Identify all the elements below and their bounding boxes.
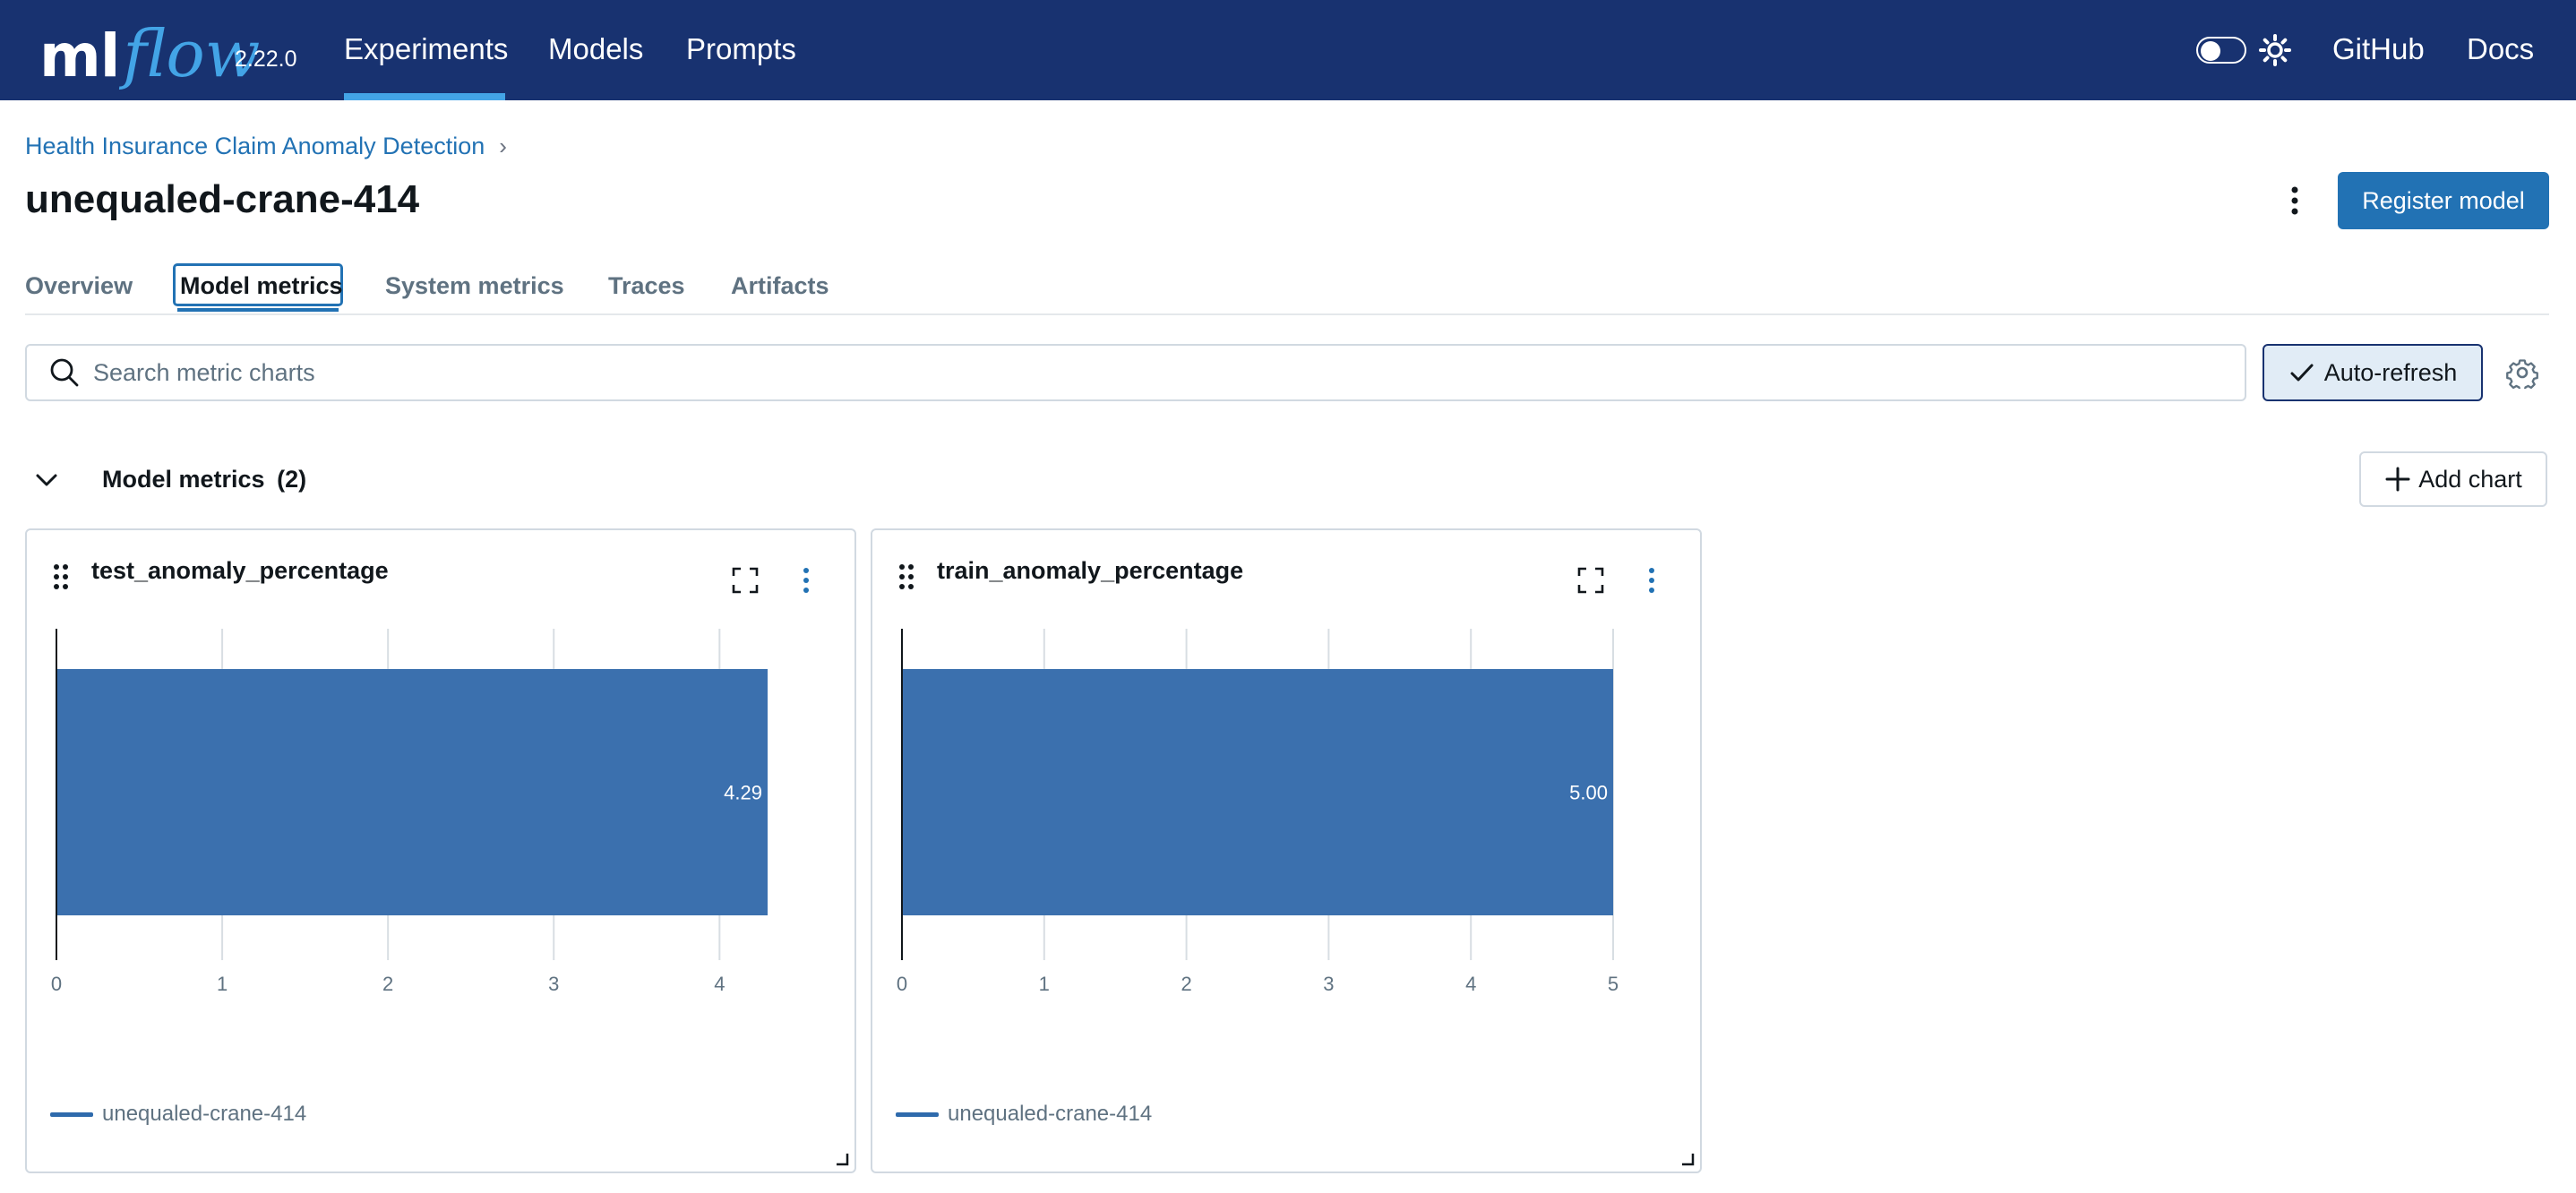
drag-handle-icon[interactable] xyxy=(52,562,70,591)
add-chart-button[interactable]: Add chart xyxy=(2359,451,2547,507)
version-label: 2.22.0 xyxy=(235,47,297,72)
chart-title: train_anomaly_percentage xyxy=(937,557,1244,584)
sun-icon xyxy=(2259,34,2291,66)
x-tick-label: 4 xyxy=(1465,973,1476,995)
tab-active-indicator xyxy=(177,308,339,312)
more-options-icon[interactable] xyxy=(2282,183,2307,219)
x-tick-label: 1 xyxy=(1039,973,1050,995)
chart-options-icon[interactable] xyxy=(797,566,815,595)
nav-active-indicator xyxy=(344,93,505,100)
x-tick-label: 1 xyxy=(217,973,228,995)
search-box[interactable] xyxy=(25,344,2246,401)
breadcrumb: Health Insurance Claim Anomaly Detection… xyxy=(25,133,507,160)
register-model-button[interactable]: Register model xyxy=(2338,172,2549,229)
bar-chart: 4.29 0 1 2 3 4 xyxy=(51,629,768,995)
tab-model-metrics-label: Model metrics xyxy=(180,272,343,299)
toggle-knob xyxy=(2201,41,2220,61)
theme-toggle[interactable] xyxy=(2196,37,2246,64)
bar-value-label: 5.00 xyxy=(1569,782,1608,804)
resize-handle-icon[interactable] xyxy=(835,1152,849,1166)
nav-github[interactable]: GitHub xyxy=(2332,32,2425,66)
chart-legend: unequaled-crane-414 xyxy=(50,1102,306,1127)
nav-experiments[interactable]: Experiments xyxy=(344,32,508,66)
add-chart-label: Add chart xyxy=(2418,465,2522,493)
nav-docs[interactable]: Docs xyxy=(2467,32,2534,66)
chart-legend: unequaled-crane-414 xyxy=(896,1102,1152,1127)
section-title-label: Model metrics xyxy=(102,466,265,493)
page-title: unequaled-crane-414 xyxy=(25,177,420,221)
x-tick-label: 0 xyxy=(51,973,62,995)
tab-model-metrics[interactable]: Model metrics xyxy=(173,263,343,306)
bar xyxy=(902,669,1613,915)
chart-card: train_anomaly_percentage 5.00 0 1 2 3 4 5 uneq… xyxy=(871,528,1702,1173)
logo-ml-text: ml xyxy=(39,21,120,90)
legend-label: unequaled-crane-414 xyxy=(102,1102,307,1126)
tab-traces[interactable]: Traces xyxy=(608,272,685,300)
gear-icon[interactable] xyxy=(2506,356,2538,389)
resize-handle-icon[interactable] xyxy=(1680,1152,1695,1166)
tab-artifacts[interactable]: Artifacts xyxy=(731,272,829,300)
tabs-divider xyxy=(25,313,2549,315)
tab-overview[interactable]: Overview xyxy=(25,272,133,300)
chart-options-icon[interactable] xyxy=(1643,566,1661,595)
auto-refresh-button[interactable]: Auto-refresh xyxy=(2263,344,2483,401)
chart-card: test_anomaly_percentage 4.29 0 1 2 3 4 unequa… xyxy=(25,528,856,1173)
auto-refresh-label: Auto-refresh xyxy=(2323,358,2458,386)
x-tick-label: 5 xyxy=(1608,973,1619,995)
top-nav: ml flow 2.22.0 Experiments Models Prompt… xyxy=(0,0,2576,100)
nav-models[interactable]: Models xyxy=(548,32,643,66)
search-icon xyxy=(50,358,79,387)
section-title: Model metrics (2) xyxy=(102,466,306,494)
legend-label: unequaled-crane-414 xyxy=(948,1102,1153,1126)
search-input[interactable] xyxy=(93,358,2207,387)
check-icon xyxy=(2290,364,2314,382)
nav-prompts[interactable]: Prompts xyxy=(686,32,796,66)
section-count: (2) xyxy=(277,466,307,493)
breadcrumb-experiment-link[interactable]: Health Insurance Claim Anomaly Detection xyxy=(25,133,485,160)
chart-title: test_anomaly_percentage xyxy=(91,557,389,584)
legend-swatch xyxy=(50,1111,93,1117)
fullscreen-icon[interactable] xyxy=(1576,566,1605,595)
chevron-right-icon: › xyxy=(499,133,507,159)
plus-icon xyxy=(2385,467,2410,492)
drag-handle-icon[interactable] xyxy=(897,562,915,591)
mlflow-logo[interactable]: ml flow xyxy=(39,5,260,86)
x-tick-label: 0 xyxy=(897,973,907,995)
x-tick-label: 2 xyxy=(382,973,393,995)
chevron-down-icon[interactable] xyxy=(32,466,61,494)
fullscreen-icon[interactable] xyxy=(731,566,760,595)
bar xyxy=(56,669,768,915)
x-tick-label: 2 xyxy=(1181,973,1191,995)
x-tick-label: 3 xyxy=(548,973,559,995)
tab-system-metrics[interactable]: System metrics xyxy=(385,272,564,300)
bar-value-label: 4.29 xyxy=(724,782,762,804)
legend-swatch xyxy=(896,1111,939,1117)
bar-chart: 5.00 0 1 2 3 4 5 xyxy=(897,629,1619,995)
x-tick-label: 3 xyxy=(1323,973,1334,995)
x-tick-label: 4 xyxy=(714,973,725,995)
